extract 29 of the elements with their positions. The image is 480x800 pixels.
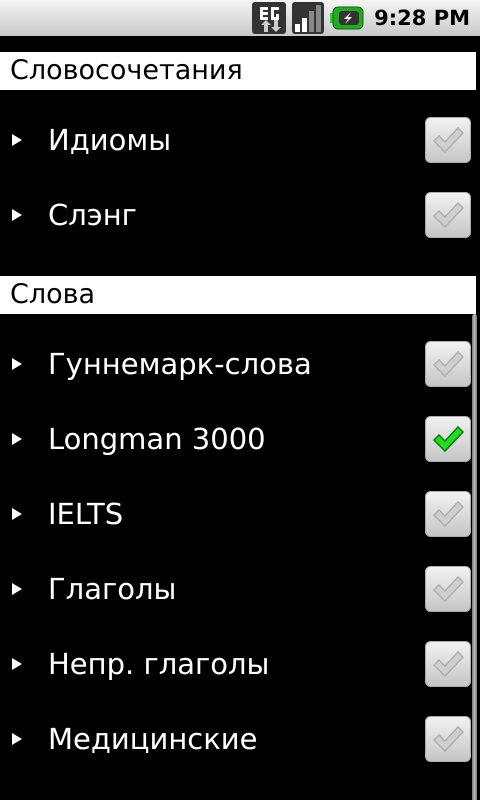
section-header: Слова: [0, 276, 476, 314]
section-header: Словосочетания: [0, 52, 476, 90]
list-item-label: Глаголы: [48, 572, 178, 606]
list-item-label: Непр. глаголы: [48, 646, 270, 680]
checkbox[interactable]: [425, 640, 471, 686]
clock: 9:28 PM: [374, 6, 470, 30]
checkbox[interactable]: [425, 490, 471, 536]
expand-arrow-icon: [12, 508, 22, 520]
expand-arrow-icon: [12, 208, 22, 220]
list-item-label: Longman 3000: [48, 422, 267, 456]
expand-arrow-icon: [12, 358, 22, 370]
checkbox[interactable]: [425, 716, 471, 762]
expand-arrow-icon: [12, 582, 22, 594]
checkbox[interactable]: [425, 192, 471, 238]
expand-arrow-icon: [12, 134, 22, 146]
list-item-label: Идиомы: [48, 122, 172, 156]
expand-arrow-icon: [12, 732, 22, 744]
list-item-label: Слэнг: [48, 198, 138, 232]
expand-arrow-icon: [12, 658, 22, 670]
expand-arrow-icon: [12, 432, 22, 444]
list-item-label: IELTS: [48, 496, 124, 530]
checkbox[interactable]: [425, 340, 471, 386]
list-item-label: Медицинские: [48, 722, 258, 756]
checkbox[interactable]: [425, 116, 471, 162]
checkbox[interactable]: [425, 416, 471, 462]
list-item-label: Гуннемарк-слова: [48, 346, 313, 380]
checkbox[interactable]: [425, 566, 471, 612]
battery-charging-icon: [330, 6, 364, 30]
signal-icon: [292, 2, 324, 34]
